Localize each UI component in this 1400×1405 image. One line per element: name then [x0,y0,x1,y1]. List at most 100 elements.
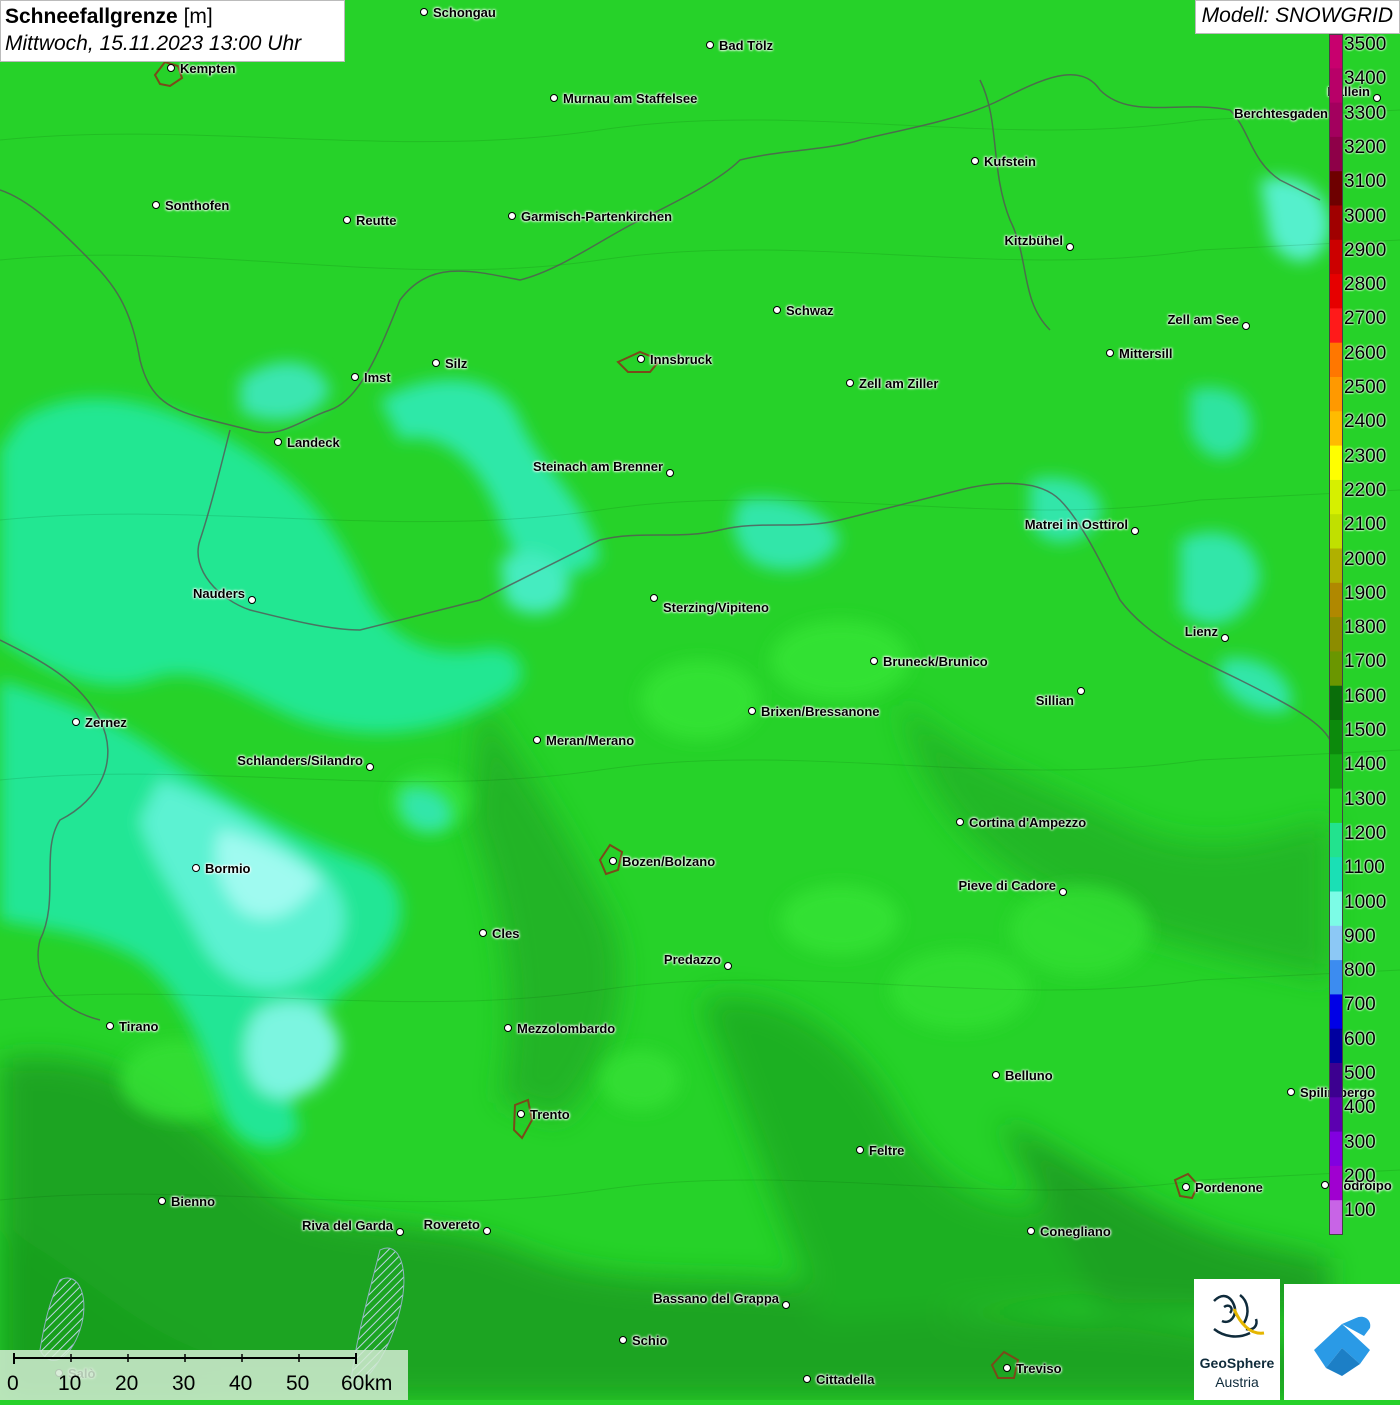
city-label: Zell am Ziller [859,376,939,391]
city-label: Bassano del Grappa [653,1291,779,1306]
legend-value: 2900 [1344,239,1387,261]
city-label: Tirano [119,1019,159,1034]
city-label: Brixen/Bressanone [761,704,880,719]
city-label: Schlanders/Silandro [237,753,363,768]
city-label: Zernez [85,715,127,730]
legend-value: 700 [1344,994,1376,1016]
city-label: Innsbruck [650,352,713,367]
city-label: Mezzolombardo [517,1021,616,1036]
legend-value: 2300 [1344,445,1387,467]
legend-value: 3400 [1344,68,1387,90]
legend-value: 1700 [1344,651,1387,673]
parameter-unit: [m] [183,5,213,28]
city-label: Cittadella [816,1372,875,1387]
city-label: Berchtesgaden [1234,106,1328,121]
color-legend: 3500 3400 3300 3200 3100 3000 2900 2800 2700 2600… [1328,34,1400,1235]
city-label: Matrei in Osttirol [1024,517,1128,532]
legend-value: 500 [1344,1063,1376,1084]
city-label: Rovereto [423,1217,480,1232]
city-label: Schio [632,1333,668,1348]
legend-value: 800 [1344,960,1376,982]
city-label: Reutte [356,213,397,228]
legend-value: 2400 [1344,411,1387,433]
legend-value: 2500 [1344,377,1387,398]
city-label: Schongau [433,5,496,20]
city-label: Schwaz [786,303,834,318]
city-label: Mittersill [1119,346,1173,361]
geosphere-logo-subtext: Austria [1215,1374,1259,1390]
legend-value: 2100 [1344,514,1387,536]
city-label: Cles [492,926,520,941]
city-label: Conegliano [1040,1224,1111,1239]
map-title: Schneefallgrenze [m] [5,4,340,30]
scale-bar: 0 10 20 30 40 50 60km [0,1350,408,1400]
legend-value: 900 [1344,925,1376,947]
scale-tick-label: 60km [341,1372,393,1395]
legend-value: 3200 [1344,136,1387,158]
legend-value: 600 [1344,1028,1376,1050]
legend-value: 2000 [1344,548,1387,570]
legend-value: 1100 [1344,857,1385,879]
legend-value: 1600 [1344,685,1387,707]
city-label: Predazzo [663,952,721,967]
legend-value: 2700 [1344,308,1387,330]
geosphere-mark-icon [1213,1294,1265,1338]
city-label: Bormio [205,861,251,876]
city-label: Bad Tölz [719,38,774,53]
legend-value: 1500 [1344,720,1387,741]
city-label: Meran/Merano [546,733,635,748]
model-label: Modell: SNOWGRID [1194,0,1400,34]
geosphere-logo[interactable]: GeoSphere Austria [1194,1279,1280,1400]
warning-app-icon [1314,1316,1371,1376]
city-label: Sterzing/Vipiteno [663,600,769,615]
geosphere-logo-text: GeoSphere [1199,1355,1275,1371]
city-label: Trento [530,1107,570,1122]
legend-value: 3000 [1344,205,1387,227]
legend-value: 300 [1344,1131,1376,1153]
legend-frame [1329,34,1343,1235]
app-logo[interactable] [1284,1284,1400,1400]
legend-value: 1400 [1344,754,1387,776]
city-label: Lienz [1184,624,1218,639]
legend-value: 1900 [1344,582,1387,604]
city-label: Murnau am Staffelsee [563,91,698,106]
city-label: Belluno [1005,1068,1053,1083]
scale-tick-label: 0 [7,1372,19,1395]
city-label: Silz [445,356,468,371]
city-label: Nauders [192,586,245,601]
city-label: Cortina d'Ampezzo [969,815,1087,830]
city-label: Sonthofen [165,198,230,213]
legend-value: 200 [1344,1165,1376,1187]
city-label: Feltre [869,1143,905,1158]
scale-tick-label: 10 [58,1372,82,1395]
scale-tick-label: 50 [286,1372,310,1395]
city-label: Riva del Garda [301,1218,393,1233]
city-label: Bienno [171,1194,216,1209]
scale-tick-label: 30 [172,1372,196,1395]
city-label: Garmisch-Partenkirchen [521,209,673,224]
city-label: Bruneck/Brunico [883,654,988,669]
city-label: Sillian [1035,693,1074,708]
city-label: Bozen/Bolzano [622,854,716,869]
title-box: Schneefallgrenze [m] Mittwoch, 15.11.202… [0,0,345,62]
city-label: Pieve di Cadore [958,878,1056,893]
legend-value: 3300 [1344,102,1387,124]
legend-value: 2600 [1344,342,1387,364]
city-label: Landeck [287,435,340,450]
legend-value: 3100 [1344,171,1387,193]
forecast-datetime: Mittwoch, 15.11.2023 13:00 Uhr [5,32,302,55]
legend-value: 3500 [1344,34,1387,55]
scale-tick-label: 40 [229,1372,253,1395]
parameter-name: Schneefallgrenze [5,5,178,28]
legend-value: 1300 [1344,788,1387,810]
city-label: Zell am See [1167,312,1239,327]
city-label: Pordenone [1195,1180,1263,1195]
legend-value: 1000 [1344,891,1387,913]
city-label: Kufstein [984,154,1036,169]
legend-value: 2800 [1344,274,1387,296]
city-label: Steinach am Brenner [532,459,663,474]
legend-value: 1800 [1344,617,1387,639]
city-label: Imst [364,370,391,385]
scale-bar-ruler [13,1353,357,1364]
legend-value: 1200 [1344,822,1387,844]
